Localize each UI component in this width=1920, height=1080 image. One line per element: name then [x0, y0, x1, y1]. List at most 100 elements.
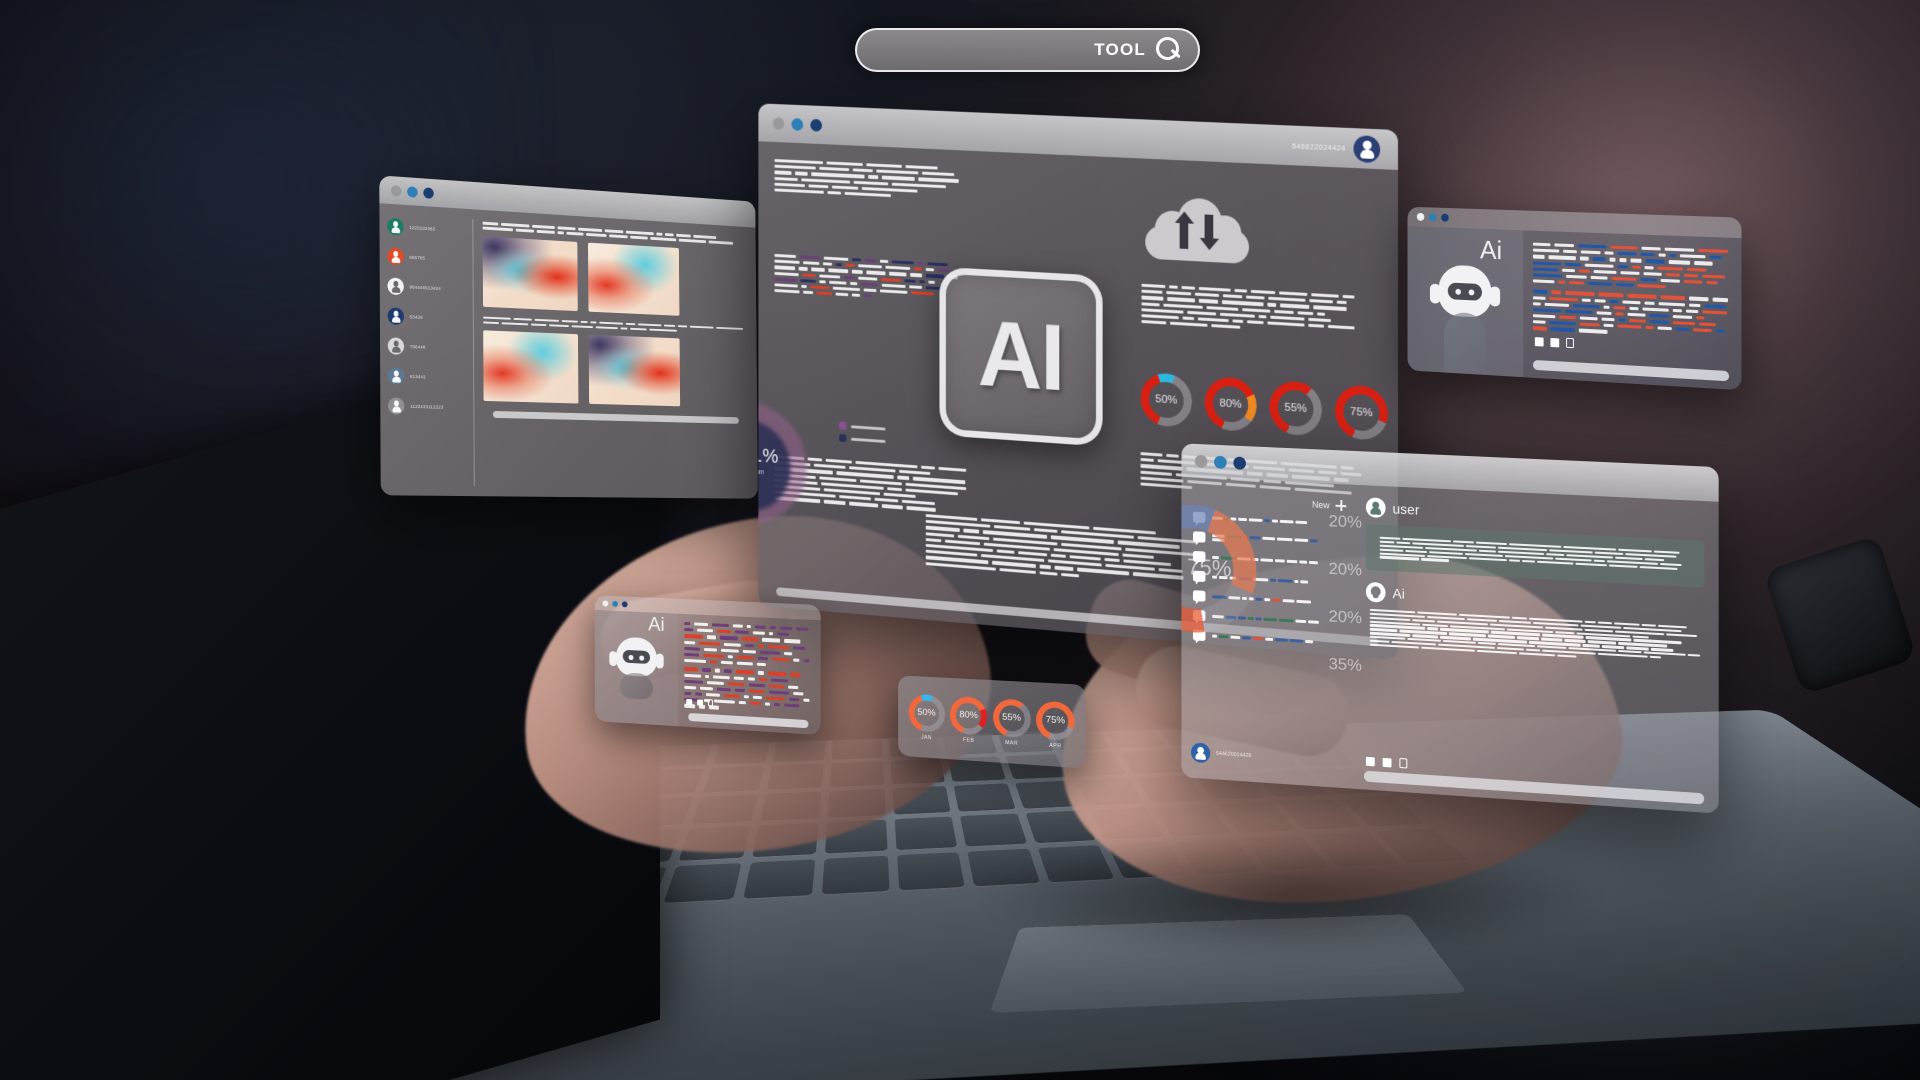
- reaction-row[interactable]: [1366, 756, 1407, 769]
- window-dot-close-icon[interactable]: [773, 117, 785, 130]
- progress-ring-value: 55%: [1284, 402, 1306, 415]
- conversation-sidebar[interactable]: New 75% 20% 20% 20% 35%: [1181, 477, 1356, 789]
- window-dot-maximize-icon[interactable]: [810, 118, 822, 131]
- reaction-row[interactable]: [686, 698, 713, 707]
- progress-ring-value: 50%: [1155, 393, 1177, 406]
- thumbs-down-icon[interactable]: [1383, 757, 1392, 767]
- tool-search-bar[interactable]: TOOL: [855, 28, 1200, 72]
- progress-ring[interactable]: 75%: [1335, 384, 1388, 441]
- key[interactable]: [664, 863, 742, 903]
- window-dot-close-icon[interactable]: [1195, 454, 1207, 467]
- progress-ring[interactable]: 50%: [1141, 372, 1193, 428]
- message-text-lines: [1380, 537, 1690, 575]
- user-list-item[interactable]: 1122433112223: [388, 397, 468, 416]
- thumbs-up-icon[interactable]: [1366, 756, 1375, 766]
- thumbs-down-icon[interactable]: [697, 699, 703, 705]
- window-dot-minimize-icon[interactable]: [612, 600, 618, 606]
- progress-ring[interactable]: 80%: [1205, 376, 1257, 433]
- user-list-item[interactable]: 954446513424: [387, 277, 467, 298]
- horizontal-scrollbar[interactable]: [493, 411, 739, 424]
- key[interactable]: [954, 783, 1016, 812]
- key[interactable]: [894, 817, 958, 850]
- plus-icon[interactable]: [1335, 500, 1346, 511]
- kpi-value: 50%: [917, 707, 935, 719]
- speaker-name: Ai: [1392, 585, 1404, 602]
- heatmap-thumbnail[interactable]: [483, 236, 578, 311]
- kpi-item[interactable]: 50% JAN: [908, 693, 944, 742]
- ai-logo: AI: [939, 267, 1102, 447]
- key[interactable]: [822, 855, 889, 894]
- thumbs-up-icon[interactable]: [686, 698, 692, 704]
- cloud-description-text: [1141, 284, 1354, 336]
- copy-icon[interactable]: [1566, 338, 1574, 348]
- ai-chat-window-left[interactable]: Ai: [595, 595, 821, 735]
- heatmap-row[interactable]: [483, 331, 747, 409]
- heatmap-row[interactable]: [483, 236, 747, 319]
- user-list-id: 613442: [410, 374, 426, 379]
- user-list-item[interactable]: 613442: [388, 367, 468, 386]
- user-avatar-icon[interactable]: [1191, 742, 1210, 763]
- robot-avatar-panel: Ai: [595, 610, 679, 726]
- window-dot-maximize-icon[interactable]: [622, 601, 628, 607]
- kpi-item[interactable]: 80% FEB: [950, 695, 987, 744]
- window-dot-minimize-icon[interactable]: [1214, 455, 1227, 468]
- user-list-item[interactable]: 53426: [388, 307, 468, 327]
- window-dot-close-icon[interactable]: [603, 600, 609, 606]
- window-dot-minimize-icon[interactable]: [407, 186, 418, 198]
- conversation-window[interactable]: New 75% 20% 20% 20% 35% user Ai 54462001…: [1181, 443, 1718, 813]
- progress-ring[interactable]: 55%: [1269, 380, 1322, 437]
- key[interactable]: [743, 859, 815, 899]
- robot-avatar-icon: [609, 636, 663, 700]
- chart-legend: [839, 422, 885, 450]
- copy-icon[interactable]: [1399, 758, 1407, 768]
- window-dot-close-icon[interactable]: [391, 185, 402, 197]
- footer-user[interactable]: 544620014426: [1191, 742, 1251, 766]
- heatmap-thumbnail[interactable]: [589, 335, 680, 407]
- user-list-item[interactable]: 766448: [388, 337, 468, 357]
- code-text-block-colored: [774, 254, 960, 303]
- kpi-item[interactable]: 75% APR: [1036, 700, 1075, 750]
- chat-input-bar[interactable]: [688, 713, 808, 728]
- heatmap-thumbnail[interactable]: [483, 331, 578, 404]
- copy-icon[interactable]: [708, 699, 713, 706]
- chat-input-bar[interactable]: [1533, 360, 1729, 381]
- user-list-item[interactable]: 1223232362: [387, 218, 467, 240]
- user-list-id: 954446513424: [410, 285, 441, 291]
- progress-ring-group[interactable]: 50% 80% 55% 75%: [1141, 372, 1389, 442]
- window-dot-close-icon[interactable]: [1417, 213, 1424, 221]
- kpi-value: 55%: [1002, 712, 1021, 724]
- robot-avatar-icon: [1366, 582, 1386, 603]
- heatmap-thumbnail[interactable]: [588, 242, 679, 315]
- window-dot-maximize-icon[interactable]: [1441, 214, 1449, 222]
- user-list-item[interactable]: 655755: [387, 248, 467, 269]
- chat-text-block: [684, 667, 810, 715]
- overlay-donut-value: 75%: [1187, 554, 1231, 583]
- ai-chat-window-right[interactable]: Ai: [1408, 207, 1742, 391]
- thumbs-down-icon[interactable]: [1550, 337, 1559, 346]
- scene-root: TOOL 1223232362 655755 954446513424 53426 76…: [0, 0, 1920, 1080]
- reaction-row[interactable]: [1535, 336, 1574, 348]
- thumbs-up-icon[interactable]: [1535, 337, 1544, 346]
- heatmap-window[interactable]: 1223232362 655755 954446513424 53426 766448 6…: [379, 175, 758, 498]
- user-avatar-icon: [388, 337, 404, 355]
- legend-item: [839, 434, 885, 445]
- share-donut-chart[interactable]: 25.01% Lorem Ipsum: [758, 387, 816, 544]
- window-dot-maximize-icon[interactable]: [423, 187, 433, 199]
- ai-label: Ai: [1480, 235, 1502, 266]
- new-button-label: New: [1312, 499, 1330, 510]
- search-icon[interactable]: [1156, 37, 1182, 63]
- kpi-value: 80%: [959, 709, 978, 721]
- robot-avatar-panel: Ai: [1408, 226, 1524, 377]
- window-dot-maximize-icon[interactable]: [1233, 456, 1246, 469]
- user-avatar-icon: [1366, 497, 1386, 518]
- key[interactable]: [897, 852, 966, 891]
- window-dot-minimize-icon[interactable]: [791, 118, 803, 131]
- kpi-item[interactable]: 55% MAR: [993, 698, 1031, 748]
- kpi-value: 75%: [1046, 714, 1065, 726]
- user-message-bubble: [1366, 524, 1704, 587]
- robot-avatar-icon: [1430, 264, 1500, 350]
- window-dot-minimize-icon[interactable]: [1429, 213, 1437, 221]
- user-avatar-icon[interactable]: [1353, 135, 1380, 163]
- kpi-ring-bar[interactable]: 50% JAN 80% FEB 55% MAR 75% APR: [898, 675, 1086, 768]
- user-list[interactable]: 1223232362 655755 954446513424 53426 766448 6…: [379, 203, 473, 496]
